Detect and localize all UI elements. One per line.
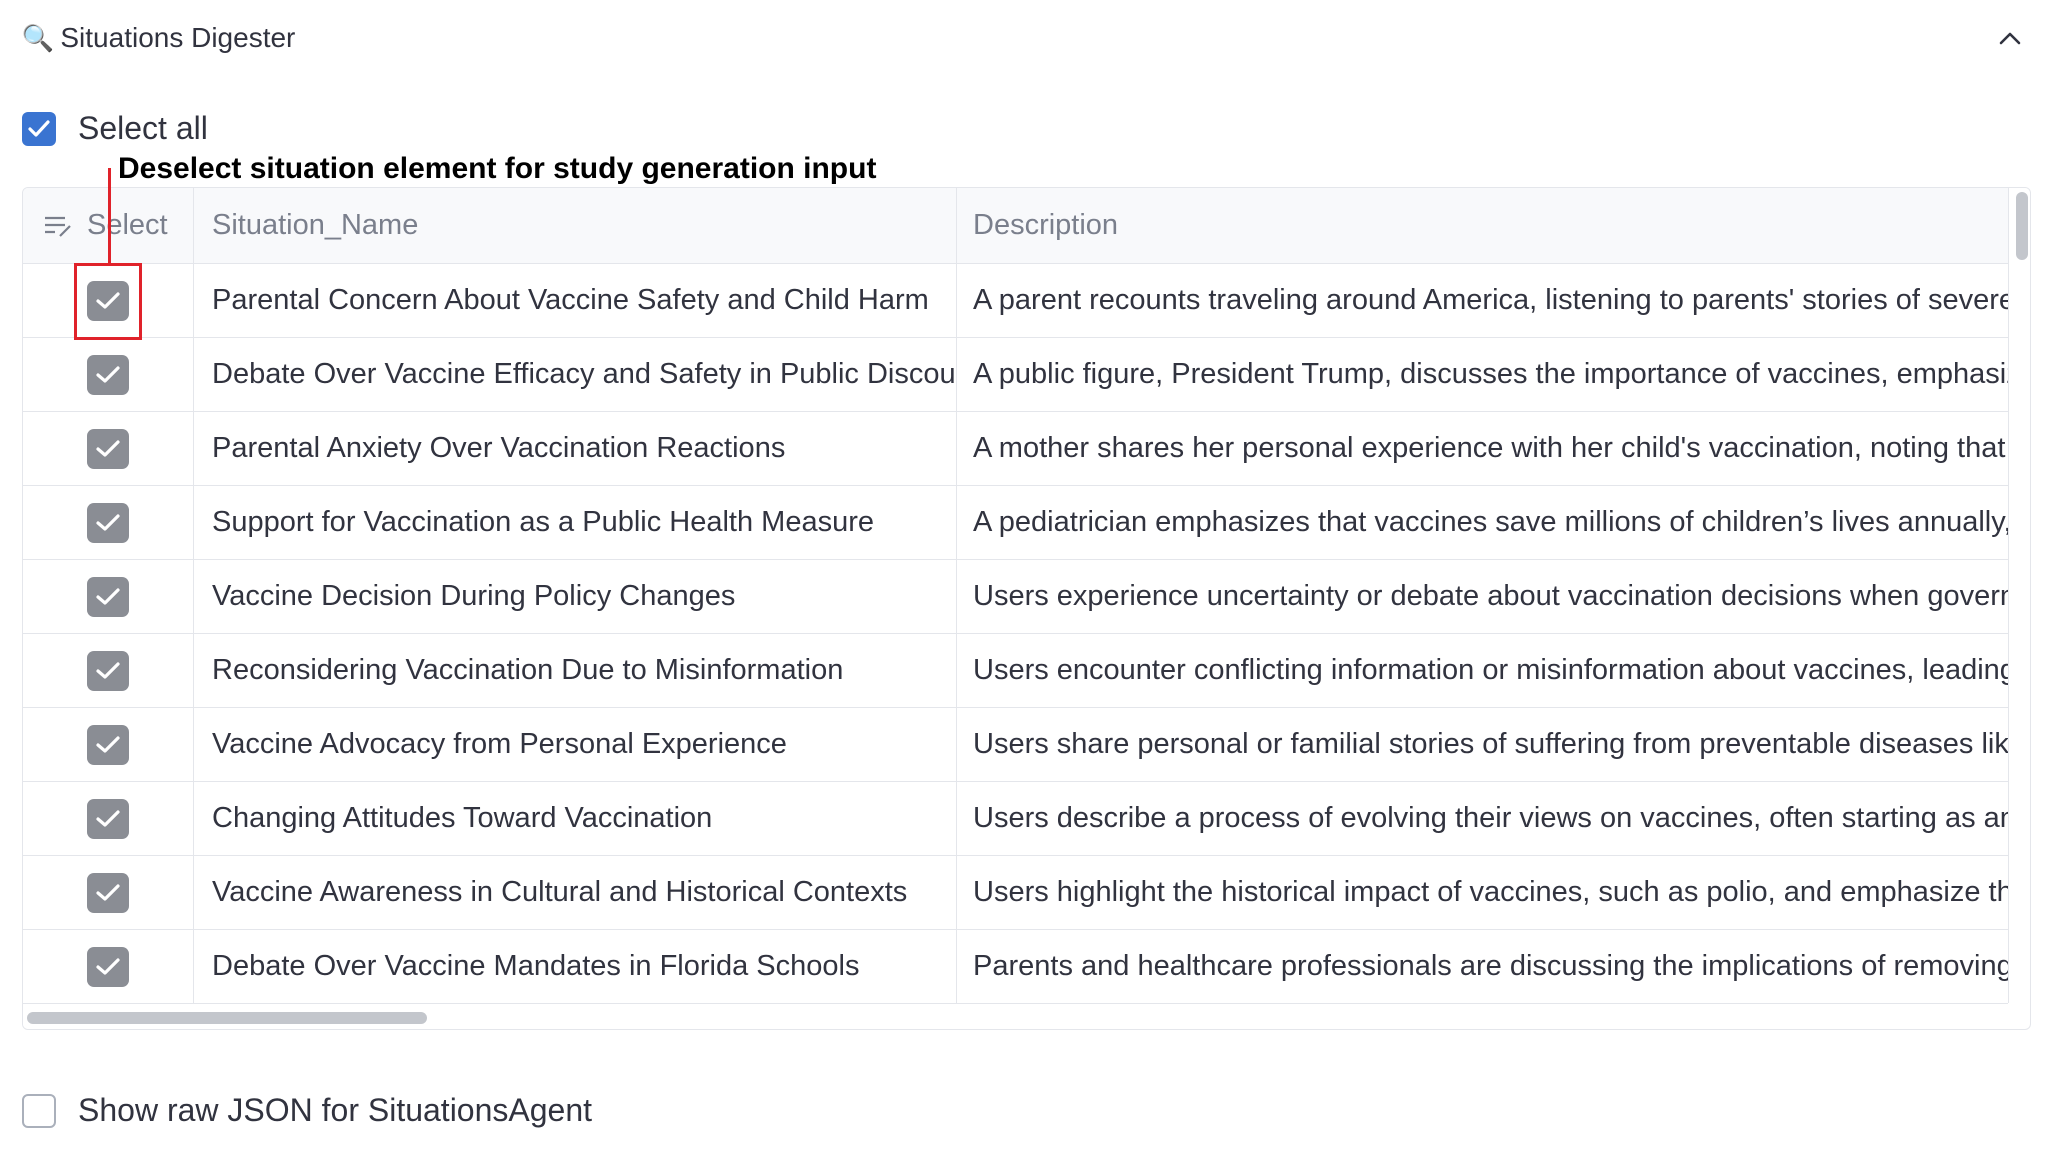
select-all-checkbox[interactable]: Select all xyxy=(22,110,208,147)
column-header-description[interactable]: Description xyxy=(957,188,2008,263)
select-all-label: Select all xyxy=(78,110,208,146)
table-row[interactable]: Parental Anxiety Over Vaccination Reacti… xyxy=(23,412,2008,486)
description-cell[interactable]: Parents and healthcare professionals are… xyxy=(957,930,2008,1003)
row-checkbox-checked-icon[interactable] xyxy=(87,354,129,395)
situation-name-cell[interactable]: Debate Over Vaccine Mandates in Florida … xyxy=(194,930,957,1003)
expander-title: Situations Digester xyxy=(60,22,296,53)
select-cell[interactable] xyxy=(23,708,194,781)
row-checkbox-checked-icon[interactable] xyxy=(87,650,129,691)
select-cell[interactable] xyxy=(23,486,194,559)
edit-column-icon xyxy=(45,216,71,237)
annotation-highlight-box xyxy=(74,263,142,340)
table-row[interactable]: Changing Attitudes Toward Vaccination Use… xyxy=(23,782,2008,856)
row-checkbox-checked-icon[interactable] xyxy=(87,502,129,543)
situation-name-cell[interactable]: Vaccine Advocacy from Personal Experienc… xyxy=(194,708,957,781)
situation-name-cell[interactable]: Reconsidering Vaccination Due to Misinfo… xyxy=(194,634,957,707)
table-row[interactable]: Parental Concern About Vaccine Safety an… xyxy=(23,264,2008,338)
situation-name-cell[interactable]: Parental Anxiety Over Vaccination Reacti… xyxy=(194,412,957,485)
expander-header[interactable]: 🔎 Situations Digester xyxy=(22,18,295,58)
collapse-button[interactable] xyxy=(1990,20,2030,56)
situation-name-cell[interactable]: Support for Vaccination as a Public Heal… xyxy=(194,486,957,559)
column-header-situation-name[interactable]: Situation_Name xyxy=(194,188,957,263)
annotation-text: Deselect situation element for study gen… xyxy=(118,152,877,185)
description-cell[interactable]: Users highlight the historical impact of… xyxy=(957,856,2008,929)
checkbox-unchecked-icon[interactable] xyxy=(22,1093,56,1128)
horizontal-scrollbar[interactable] xyxy=(23,1003,2008,1029)
checkbox-checked-icon[interactable] xyxy=(22,111,56,146)
situation-name-cell[interactable]: Parental Concern About Vaccine Safety an… xyxy=(194,264,957,337)
situation-name-cell[interactable]: Changing Attitudes Toward Vaccination xyxy=(194,782,957,855)
description-cell[interactable]: A mother shares her personal experience … xyxy=(957,412,2008,485)
vertical-scrollbar[interactable] xyxy=(2008,188,2030,1003)
description-cell[interactable]: Users encounter conflicting information … xyxy=(957,634,2008,707)
magnifier-icon: 🔎 xyxy=(22,22,55,53)
situation-name-cell[interactable]: Vaccine Awareness in Cultural and Histor… xyxy=(194,856,957,929)
row-checkbox-checked-icon[interactable] xyxy=(87,576,129,617)
description-cell[interactable]: A pediatrician emphasizes that vaccines … xyxy=(957,486,2008,559)
description-cell[interactable]: Users experience uncertainty or debate a… xyxy=(957,560,2008,633)
situation-name-cell[interactable]: Vaccine Decision During Policy Changes xyxy=(194,560,957,633)
select-cell[interactable] xyxy=(23,930,194,1003)
select-cell[interactable] xyxy=(23,782,194,855)
description-cell[interactable]: A public figure, President Trump, discus… xyxy=(957,338,2008,411)
table-row[interactable]: Vaccine Awareness in Cultural and Histor… xyxy=(23,856,2008,930)
table-row[interactable]: Vaccine Decision During Policy Changes Us… xyxy=(23,560,2008,634)
table-header-row: Select Situation_Name Description xyxy=(23,188,2008,264)
show-raw-json-label: Show raw JSON for SituationsAgent xyxy=(78,1092,593,1128)
column-header-select-label: Select xyxy=(87,209,168,241)
table-row[interactable]: Support for Vaccination as a Public Heal… xyxy=(23,486,2008,560)
table-row[interactable]: Vaccine Advocacy from Personal Experienc… xyxy=(23,708,2008,782)
select-cell[interactable] xyxy=(23,338,194,411)
table-row[interactable]: Reconsidering Vaccination Due to Misinfo… xyxy=(23,634,2008,708)
chevron-up-icon xyxy=(1999,32,2021,45)
row-checkbox-checked-icon[interactable] xyxy=(87,872,129,913)
situation-name-cell[interactable]: Debate Over Vaccine Efficacy and Safety … xyxy=(194,338,957,411)
select-cell[interactable] xyxy=(23,560,194,633)
row-checkbox-checked-icon[interactable] xyxy=(87,428,129,469)
show-raw-json-checkbox[interactable]: Show raw JSON for SituationsAgent xyxy=(22,1092,592,1129)
situations-table: Select Situation_Name Description Parent… xyxy=(22,187,2031,1030)
row-checkbox-checked-icon[interactable] xyxy=(87,724,129,765)
row-checkbox-checked-icon[interactable] xyxy=(87,946,129,987)
description-cell[interactable]: A parent recounts traveling around Ameri… xyxy=(957,264,2008,337)
select-cell[interactable] xyxy=(23,634,194,707)
row-checkbox-checked-icon[interactable] xyxy=(87,798,129,839)
table-row[interactable]: Debate Over Vaccine Mandates in Florida … xyxy=(23,930,2008,1003)
select-cell[interactable] xyxy=(23,412,194,485)
annotation-pointer-line xyxy=(108,168,111,264)
description-cell[interactable]: Users share personal or familial stories… xyxy=(957,708,2008,781)
horizontal-scrollbar-thumb[interactable] xyxy=(27,1012,427,1024)
table-body: Select Situation_Name Description Parent… xyxy=(23,188,2008,1003)
vertical-scrollbar-thumb[interactable] xyxy=(2016,192,2028,260)
table-row[interactable]: Debate Over Vaccine Efficacy and Safety … xyxy=(23,338,2008,412)
description-cell[interactable]: Users describe a process of evolving the… xyxy=(957,782,2008,855)
select-cell[interactable] xyxy=(23,856,194,929)
